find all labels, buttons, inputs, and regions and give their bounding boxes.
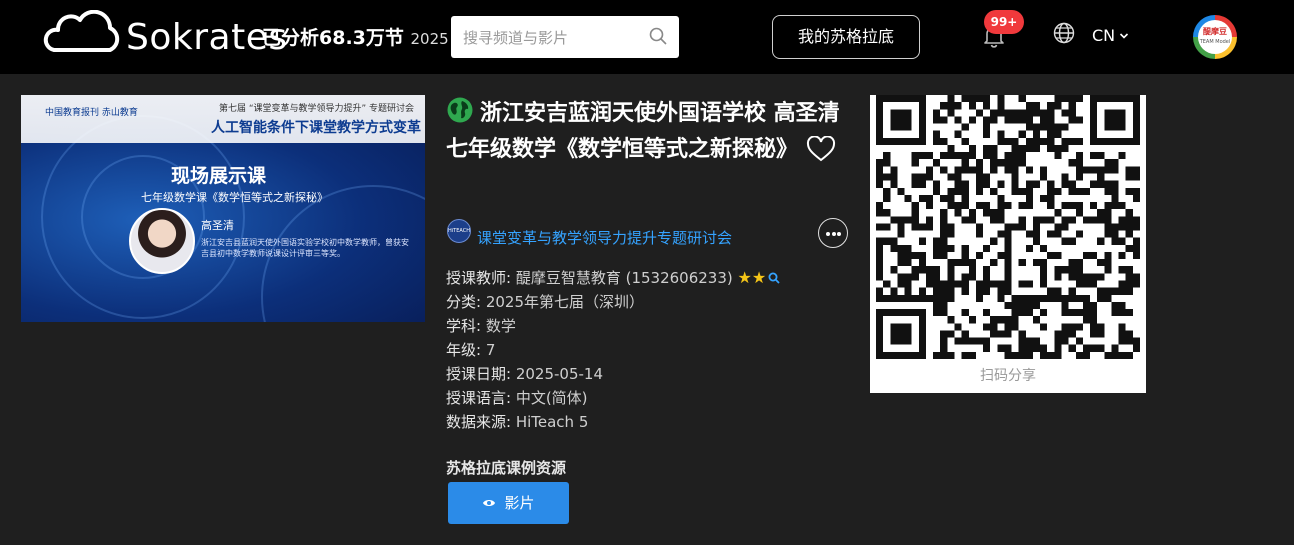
conference-line: 第七届 “课堂变革与教学领导力提升” 专题研讨会	[219, 104, 415, 114]
avatar-subtext: TEAM Model	[1199, 39, 1231, 45]
meta-key: 学科:	[446, 317, 486, 335]
sokrates-logo[interactable]: Sokrates	[40, 10, 287, 58]
lesson-video-thumbnail[interactable]: 中国教育报刊 赤山教育 第七届 “课堂变革与教学领导力提升” 专题研讨会 人工智…	[21, 95, 425, 322]
meta-key: 授课语言:	[446, 389, 516, 407]
stat-year: 2025	[410, 30, 449, 48]
qr-share-card: 扫码分享	[870, 95, 1146, 393]
course-line: 七年级数学课《数学恒等式之新探秘》	[141, 191, 328, 204]
top-navigation-bar: Sokrates 已分析68.3万节 2025 我的苏格拉底 99+ CN 醍摩…	[0, 0, 1294, 74]
notification-badge[interactable]: 99+	[984, 10, 1024, 34]
avatar-text: 醍摩豆	[1203, 27, 1227, 36]
lesson-metadata: 授课教师: 醍摩豆智慧教育 (1532606233) ★★ 分类: 2025年第…	[446, 266, 780, 434]
qr-modules	[876, 95, 1140, 359]
language-selector[interactable]: CN	[1092, 24, 1129, 48]
video-button[interactable]: 影片	[448, 482, 569, 524]
meta-value: 数学	[485, 317, 516, 335]
conference-title: 人工智能条件下课堂教学方式变革	[211, 120, 421, 136]
more-icon[interactable]	[818, 218, 848, 248]
meta-teacher: 授课教师: 醍摩豆智慧教育 (1532606233) ★★	[446, 266, 780, 290]
star-icon: ★	[737, 268, 752, 287]
channel-logo[interactable]: HiTEACH	[447, 219, 471, 243]
meta-category: 分类: 2025年第七届（深圳）	[446, 290, 780, 314]
user-avatar[interactable]: 醍摩豆 TEAM Model	[1193, 15, 1237, 59]
search-icon[interactable]	[649, 27, 667, 45]
meta-key: 授课日期:	[446, 365, 516, 383]
search-box[interactable]	[451, 16, 679, 58]
meta-key: 分类:	[446, 293, 486, 311]
meta-key: 授课教师:	[446, 269, 516, 287]
qr-code	[876, 95, 1140, 359]
teacher-portrait	[129, 208, 195, 274]
teacher-name: 高圣清	[201, 219, 234, 232]
meta-value[interactable]: 醍摩豆智慧教育 (1532606233)	[516, 269, 733, 287]
eye-icon	[483, 500, 496, 506]
channel-link[interactable]: 课堂变革与教学领导力提升专题研讨会	[477, 228, 732, 248]
meta-grade: 年级: 7	[446, 338, 780, 362]
stat-text: 已分析68.3万节	[262, 27, 404, 49]
analyzed-lessons-stat: 已分析68.3万节 2025	[262, 24, 452, 52]
meta-source: 数据来源: HiTeach 5	[446, 410, 780, 434]
heart-icon[interactable]	[806, 136, 836, 162]
chevron-down-icon	[1120, 33, 1129, 39]
resources-heading: 苏格拉底课例资源	[446, 459, 567, 477]
thumbnail-logos: 中国教育报刊 赤山教育	[45, 108, 138, 118]
globe-icon[interactable]	[1053, 22, 1075, 44]
meta-value: HiTeach 5	[515, 413, 589, 431]
my-sokrates-button[interactable]: 我的苏格拉底	[772, 15, 920, 59]
teacher-bio: 浙江安吉县蓝润天使外国语实验学校初中数学教师，曾获安吉县初中数学教师说课设计评审…	[201, 238, 409, 258]
language-label: CN	[1092, 26, 1116, 45]
meta-subject: 学科: 数学	[446, 314, 780, 338]
meta-language: 授课语言: 中文(简体)	[446, 386, 780, 410]
lesson-title-text: 浙江安吉蓝润天使外国语学校 高圣清 七年级数学《数学恒等式之新探秘》	[446, 101, 840, 162]
meta-key: 年级:	[446, 341, 486, 359]
meta-value: 中文(简体)	[515, 389, 588, 407]
avatar-badge: 醍摩豆 TEAM Model	[1198, 20, 1232, 54]
meta-value: 2025年第七届（深圳）	[485, 293, 645, 311]
live-lesson-title: 现场展示课	[171, 165, 267, 187]
more-dot	[826, 232, 830, 236]
more-dot	[831, 232, 836, 236]
star-icon: ★	[751, 268, 767, 287]
video-button-label: 影片	[504, 494, 535, 512]
qr-share-label: 扫码分享	[980, 368, 1036, 384]
more-dot	[837, 232, 841, 236]
meta-value: 2025-05-14	[515, 365, 604, 383]
lesson-title: 浙江安吉蓝润天使外国语学校 高圣清 七年级数学《数学恒等式之新探秘》	[446, 96, 851, 168]
search-input[interactable]	[461, 24, 645, 52]
meta-date: 授课日期: 2025-05-14	[446, 362, 780, 386]
meta-value: 7	[485, 341, 496, 359]
meta-key: 数据来源:	[446, 413, 516, 431]
cloud-logo-icon	[43, 10, 120, 52]
magnifier-icon[interactable]	[768, 272, 780, 284]
